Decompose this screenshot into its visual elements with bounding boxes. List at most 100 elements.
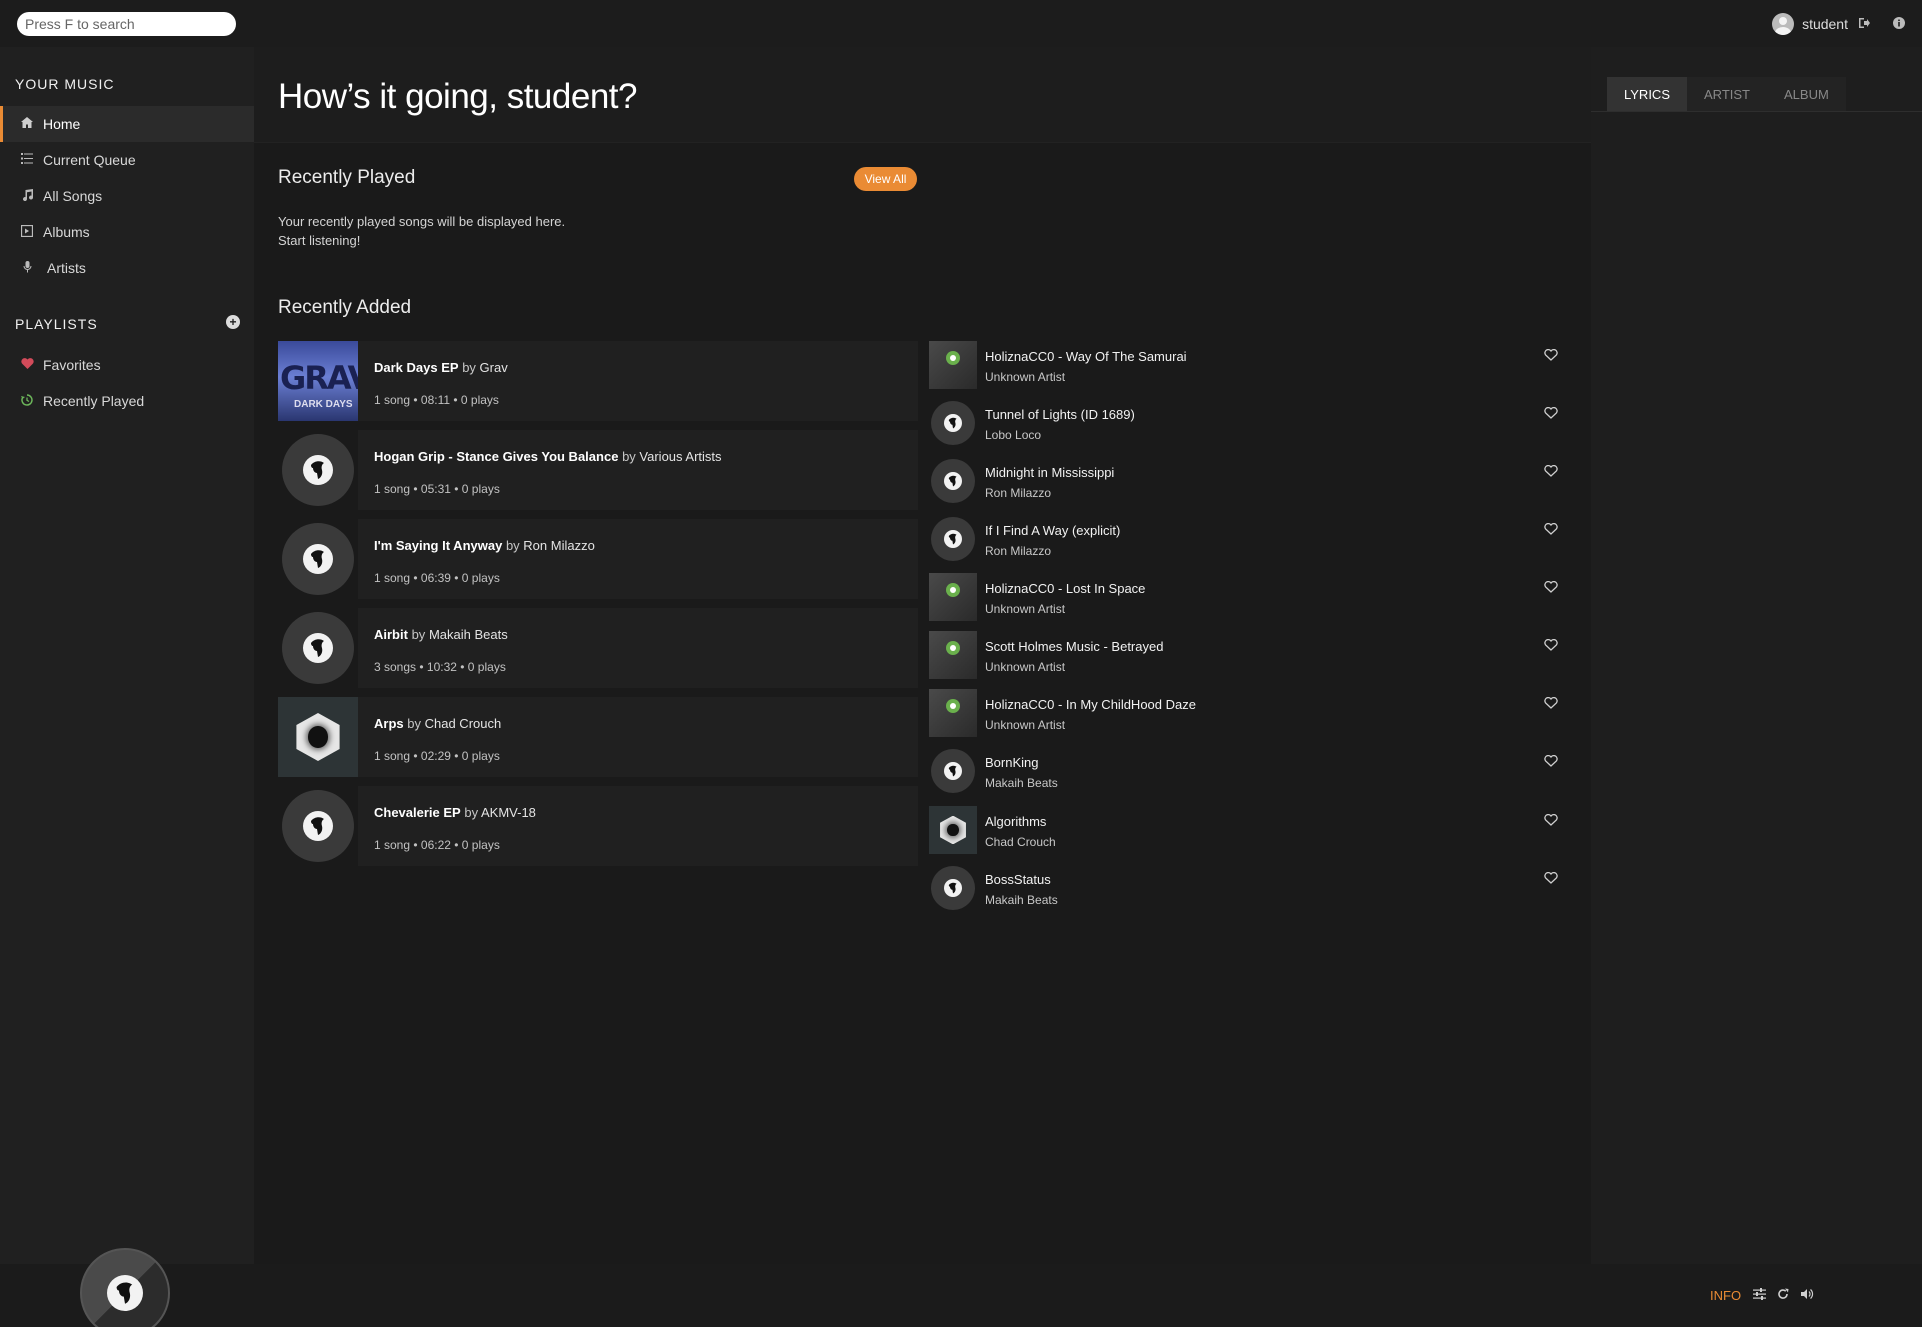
info-icon[interactable] — [1892, 16, 1906, 30]
sidebar-item-favorites[interactable]: Favorites — [0, 347, 254, 383]
song-title[interactable]: HoliznaCC0 - Lost In Space — [985, 581, 1145, 596]
heart-outline-icon[interactable] — [1543, 754, 1559, 770]
album-card[interactable]: Arps by Chad Crouch 1 song • 02:29 • 0 p… — [278, 697, 918, 777]
sidebar-item-recently-played[interactable]: Recently Played — [0, 383, 254, 419]
tab-lyrics[interactable]: LYRICS — [1607, 77, 1687, 111]
user-profile[interactable]: student — [1772, 12, 1848, 36]
sidebar-item-artists[interactable]: Artists — [0, 250, 254, 286]
album-cover[interactable] — [278, 430, 358, 510]
song-thumbnail[interactable] — [929, 457, 977, 505]
song-thumbnail[interactable] — [929, 573, 977, 621]
song-thumbnail[interactable] — [929, 341, 977, 389]
equalizer-icon[interactable] — [1751, 1288, 1767, 1304]
album-name[interactable]: Chevalerie EP — [374, 805, 461, 820]
tab-artist[interactable]: ARTIST — [1687, 77, 1767, 111]
song-row[interactable]: Algorithms Chad Crouch — [929, 806, 1569, 856]
song-artist[interactable]: Unknown Artist — [985, 370, 1065, 384]
sidebar-item-home[interactable]: Home — [0, 106, 254, 142]
volume-icon[interactable] — [1799, 1288, 1815, 1304]
info-button[interactable]: INFO — [1710, 1288, 1741, 1303]
heart-outline-icon[interactable] — [1543, 522, 1559, 538]
song-thumbnail[interactable] — [929, 631, 977, 679]
album-artist[interactable]: Ron Milazzo — [523, 538, 595, 553]
album-artist[interactable]: Chad Crouch — [425, 716, 502, 731]
greeting-header: How’s it going, student? — [254, 47, 1591, 143]
heart-outline-icon[interactable] — [1543, 696, 1559, 712]
song-title[interactable]: Tunnel of Lights (ID 1689) — [985, 407, 1135, 422]
song-thumbnail[interactable] — [929, 515, 977, 563]
song-artist[interactable]: Makaih Beats — [985, 776, 1058, 790]
album-cover[interactable] — [278, 608, 358, 688]
album-cover[interactable] — [278, 786, 358, 866]
sidebar-item-albums[interactable]: Albums — [0, 214, 254, 250]
heart-outline-icon[interactable] — [1543, 464, 1559, 480]
view-all-button[interactable]: View All — [854, 167, 917, 191]
album-artist[interactable]: AKMV-18 — [481, 805, 536, 820]
add-playlist-icon[interactable]: + — [226, 315, 240, 329]
song-row[interactable]: HoliznaCC0 - Way Of The Samurai Unknown … — [929, 341, 1569, 391]
album-name[interactable]: Dark Days EP — [374, 360, 459, 375]
album-card[interactable]: Chevalerie EP by AKMV-18 1 song • 06:22 … — [278, 786, 918, 866]
song-row[interactable]: Midnight in Mississippi Ron Milazzo — [929, 457, 1569, 507]
song-title[interactable]: If I Find A Way (explicit) — [985, 523, 1120, 538]
album-name[interactable]: I'm Saying It Anyway — [374, 538, 502, 553]
album-artist[interactable]: Various Artists — [639, 449, 721, 464]
logout-icon[interactable] — [1857, 16, 1871, 30]
song-artist[interactable]: Makaih Beats — [985, 893, 1058, 907]
song-title[interactable]: HoliznaCC0 - Way Of The Samurai — [985, 349, 1187, 364]
song-title[interactable]: BornKing — [985, 755, 1038, 770]
song-thumbnail[interactable] — [929, 689, 977, 737]
song-artist[interactable]: Lobo Loco — [985, 428, 1041, 442]
heart-outline-icon[interactable] — [1543, 580, 1559, 596]
song-thumbnail[interactable] — [929, 864, 977, 912]
song-artist[interactable]: Unknown Artist — [985, 660, 1065, 674]
album-cover[interactable] — [278, 519, 358, 599]
recently-played-empty-message: Your recently played songs will be displ… — [278, 212, 565, 250]
album-card[interactable]: I'm Saying It Anyway by Ron Milazzo 1 so… — [278, 519, 918, 599]
album-cover[interactable]: GRAV DARK DAYS — [278, 341, 358, 421]
heart-outline-icon[interactable] — [1543, 406, 1559, 422]
album-name[interactable]: Arps — [374, 716, 404, 731]
song-thumbnail[interactable] — [929, 399, 977, 447]
song-row[interactable]: Tunnel of Lights (ID 1689) Lobo Loco — [929, 399, 1569, 449]
song-artist[interactable]: Ron Milazzo — [985, 544, 1051, 558]
album-artist[interactable]: Grav — [480, 360, 508, 375]
song-row[interactable]: BossStatus Makaih Beats — [929, 864, 1569, 914]
song-thumbnail[interactable] — [929, 806, 977, 854]
song-artist[interactable]: Unknown Artist — [985, 718, 1065, 732]
song-title[interactable]: HoliznaCC0 - In My ChildHood Daze — [985, 697, 1196, 712]
song-artist[interactable]: Chad Crouch — [985, 835, 1056, 849]
album-name[interactable]: Airbit — [374, 627, 408, 642]
song-row[interactable]: Scott Holmes Music - Betrayed Unknown Ar… — [929, 631, 1569, 681]
username[interactable]: student — [1802, 16, 1848, 32]
song-row[interactable]: HoliznaCC0 - In My ChildHood Daze Unknow… — [929, 689, 1569, 739]
album-name[interactable]: Hogan Grip - Stance Gives You Balance — [374, 449, 618, 464]
song-title[interactable]: Midnight in Mississippi — [985, 465, 1114, 480]
song-artist[interactable]: Ron Milazzo — [985, 486, 1051, 500]
heart-outline-icon[interactable] — [1543, 638, 1559, 654]
heart-outline-icon[interactable] — [1543, 871, 1559, 887]
repeat-icon[interactable] — [1775, 1288, 1791, 1304]
tab-album[interactable]: ALBUM — [1767, 77, 1846, 111]
album-card[interactable]: Airbit by Makaih Beats 3 songs • 10:32 •… — [278, 608, 918, 688]
album-info: Hogan Grip - Stance Gives You Balance by… — [358, 430, 918, 510]
song-title[interactable]: Scott Holmes Music - Betrayed — [985, 639, 1163, 654]
heart-outline-icon[interactable] — [1543, 348, 1559, 364]
album-card[interactable]: Hogan Grip - Stance Gives You Balance by… — [278, 430, 918, 510]
avatar[interactable] — [1772, 13, 1795, 35]
song-title[interactable]: Algorithms — [985, 814, 1046, 829]
song-title[interactable]: BossStatus — [985, 872, 1051, 887]
sidebar-item-current-queue[interactable]: Current Queue — [0, 142, 254, 178]
heart-outline-icon[interactable] — [1543, 813, 1559, 829]
heart-icon — [18, 358, 36, 372]
album-card[interactable]: GRAV DARK DAYS Dark Days EP by Grav 1 so… — [278, 341, 918, 421]
album-artist[interactable]: Makaih Beats — [429, 627, 508, 642]
song-thumbnail[interactable] — [929, 747, 977, 795]
song-row[interactable]: If I Find A Way (explicit) Ron Milazzo — [929, 515, 1569, 565]
search-input[interactable] — [17, 12, 236, 36]
album-cover[interactable] — [278, 697, 358, 777]
sidebar-item-all-songs[interactable]: All Songs — [0, 178, 254, 214]
song-row[interactable]: BornKing Makaih Beats — [929, 747, 1569, 797]
song-row[interactable]: HoliznaCC0 - Lost In Space Unknown Artis… — [929, 573, 1569, 623]
song-artist[interactable]: Unknown Artist — [985, 602, 1065, 616]
